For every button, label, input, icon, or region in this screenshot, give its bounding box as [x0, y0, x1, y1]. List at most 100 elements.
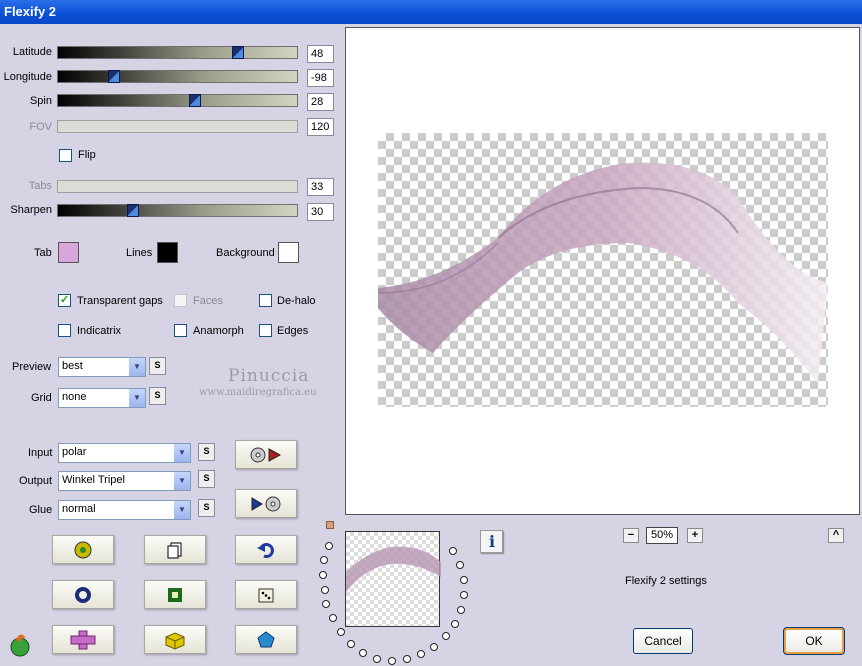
- input-select[interactable]: polar ▼: [58, 443, 191, 463]
- sharpen-label: Sharpen: [10, 204, 52, 216]
- zoom-level: 50%: [646, 527, 678, 544]
- preview-select-label: Preview: [12, 361, 52, 373]
- fov-value: 120: [307, 118, 334, 136]
- dial-dot[interactable]: [329, 614, 337, 622]
- dial-dot[interactable]: [319, 571, 327, 579]
- longitude-value[interactable]: -98: [307, 69, 334, 87]
- tabs-slider: [57, 180, 298, 193]
- dial-dot[interactable]: [373, 655, 381, 663]
- lines-color-swatch[interactable]: [157, 242, 178, 263]
- undo-icon: [257, 542, 274, 558]
- chevron-down-icon[interactable]: ▼: [128, 389, 145, 407]
- copy-icon: [167, 542, 182, 558]
- dial-dot[interactable]: [322, 600, 330, 608]
- faces-checkbox: [174, 294, 187, 307]
- dial-dot[interactable]: [442, 632, 450, 640]
- frame-button[interactable]: [144, 580, 206, 609]
- dial-dot[interactable]: [451, 620, 459, 628]
- dial-dot[interactable]: [403, 655, 411, 663]
- chevron-down-icon[interactable]: ▼: [128, 358, 145, 376]
- load-preset-button[interactable]: [235, 440, 297, 469]
- slider-thumb[interactable]: [127, 204, 139, 217]
- slider-thumb[interactable]: [108, 70, 120, 83]
- edges-checkbox[interactable]: [259, 324, 272, 337]
- dial-dot[interactable]: [321, 586, 329, 594]
- dial-dot[interactable]: [337, 628, 345, 636]
- spin-value[interactable]: 28: [307, 93, 334, 111]
- dial-dot[interactable]: [417, 650, 425, 658]
- longitude-label: Longitude: [3, 71, 52, 83]
- dial-dot[interactable]: [320, 556, 328, 564]
- dial-dot[interactable]: [325, 542, 333, 550]
- input-select-value: polar: [62, 446, 87, 458]
- grid-s-button[interactable]: S: [149, 387, 166, 405]
- indicatrix-label: Indicatrix: [77, 325, 122, 337]
- longitude-slider[interactable]: [57, 70, 298, 83]
- latitude-value[interactable]: 48: [307, 45, 334, 63]
- anamorph-checkbox[interactable]: [174, 324, 187, 337]
- transparent-gaps-checkbox[interactable]: [58, 293, 71, 307]
- tabs-label: Tabs: [28, 180, 52, 192]
- navigator-thumbnail[interactable]: [345, 531, 441, 627]
- sharpen-slider[interactable]: [57, 204, 298, 217]
- cross-button[interactable]: [52, 625, 114, 654]
- flip-label: Flip: [78, 149, 96, 161]
- glue-s-button[interactable]: S: [198, 499, 215, 517]
- dial-dot[interactable]: [460, 591, 468, 599]
- flip-checkbox[interactable]: [59, 149, 72, 162]
- zoom-out-button[interactable]: −: [623, 528, 639, 543]
- sharpen-value[interactable]: 30: [307, 203, 334, 221]
- watermark-name: Pinuccia: [228, 366, 310, 386]
- zoom-in-button[interactable]: +: [687, 528, 703, 543]
- preview-s-button[interactable]: S: [149, 357, 166, 375]
- tab-color-swatch[interactable]: [58, 242, 79, 263]
- latitude-slider[interactable]: [57, 46, 298, 59]
- grid-select[interactable]: none ▼: [58, 388, 146, 408]
- output-select-value: Winkel Tripel: [62, 474, 125, 486]
- transparent-gaps-label: Transparent gaps: [77, 295, 163, 307]
- preview-canvas[interactable]: [345, 27, 860, 515]
- dial-dot[interactable]: [456, 561, 464, 569]
- random-button[interactable]: [235, 580, 297, 609]
- slider-thumb[interactable]: [232, 46, 244, 59]
- save-preset-button[interactable]: [235, 489, 297, 518]
- dial-handle[interactable]: [326, 521, 334, 529]
- dial-dot[interactable]: [430, 643, 438, 651]
- collapse-button[interactable]: ^: [828, 528, 844, 543]
- output-s-button[interactable]: S: [198, 470, 215, 488]
- dial-dot[interactable]: [457, 606, 465, 614]
- output-select[interactable]: Winkel Tripel ▼: [58, 471, 191, 491]
- cube-button[interactable]: [144, 625, 206, 654]
- info-button[interactable]: i: [480, 530, 503, 553]
- background-color-swatch[interactable]: [278, 242, 299, 263]
- lines-color-label: Lines: [126, 247, 153, 259]
- ok-button[interactable]: OK: [783, 627, 845, 655]
- input-s-button[interactable]: S: [198, 443, 215, 461]
- chevron-down-icon[interactable]: ▼: [173, 472, 190, 490]
- glue-select-value: normal: [62, 503, 96, 515]
- slider-thumb[interactable]: [189, 94, 201, 107]
- dial-dot[interactable]: [388, 657, 396, 665]
- dial-dot[interactable]: [347, 640, 355, 648]
- undo-button[interactable]: [235, 535, 297, 564]
- dial-dot[interactable]: [449, 547, 457, 555]
- glue-select[interactable]: normal ▼: [58, 500, 191, 520]
- dial-dot[interactable]: [460, 576, 468, 584]
- copy-button[interactable]: [144, 535, 206, 564]
- ring-button[interactable]: [52, 580, 114, 609]
- grid-select-label: Grid: [31, 392, 52, 404]
- randomize-filter-button[interactable]: [52, 535, 114, 564]
- preview-select-value: best: [62, 360, 83, 372]
- dial-dot[interactable]: [359, 649, 367, 657]
- indicatrix-checkbox[interactable]: [58, 324, 71, 337]
- preview-select[interactable]: best ▼: [58, 357, 146, 377]
- cancel-button[interactable]: Cancel: [633, 628, 693, 654]
- glue-select-label: Glue: [29, 504, 53, 516]
- chevron-down-icon[interactable]: ▼: [173, 501, 190, 519]
- de-halo-checkbox[interactable]: [259, 294, 272, 307]
- spin-slider[interactable]: [57, 94, 298, 107]
- cube-icon: [165, 631, 185, 650]
- disc-to-arrow-icon: [250, 447, 282, 462]
- chevron-down-icon[interactable]: ▼: [173, 444, 190, 462]
- pentagon-button[interactable]: [235, 625, 297, 654]
